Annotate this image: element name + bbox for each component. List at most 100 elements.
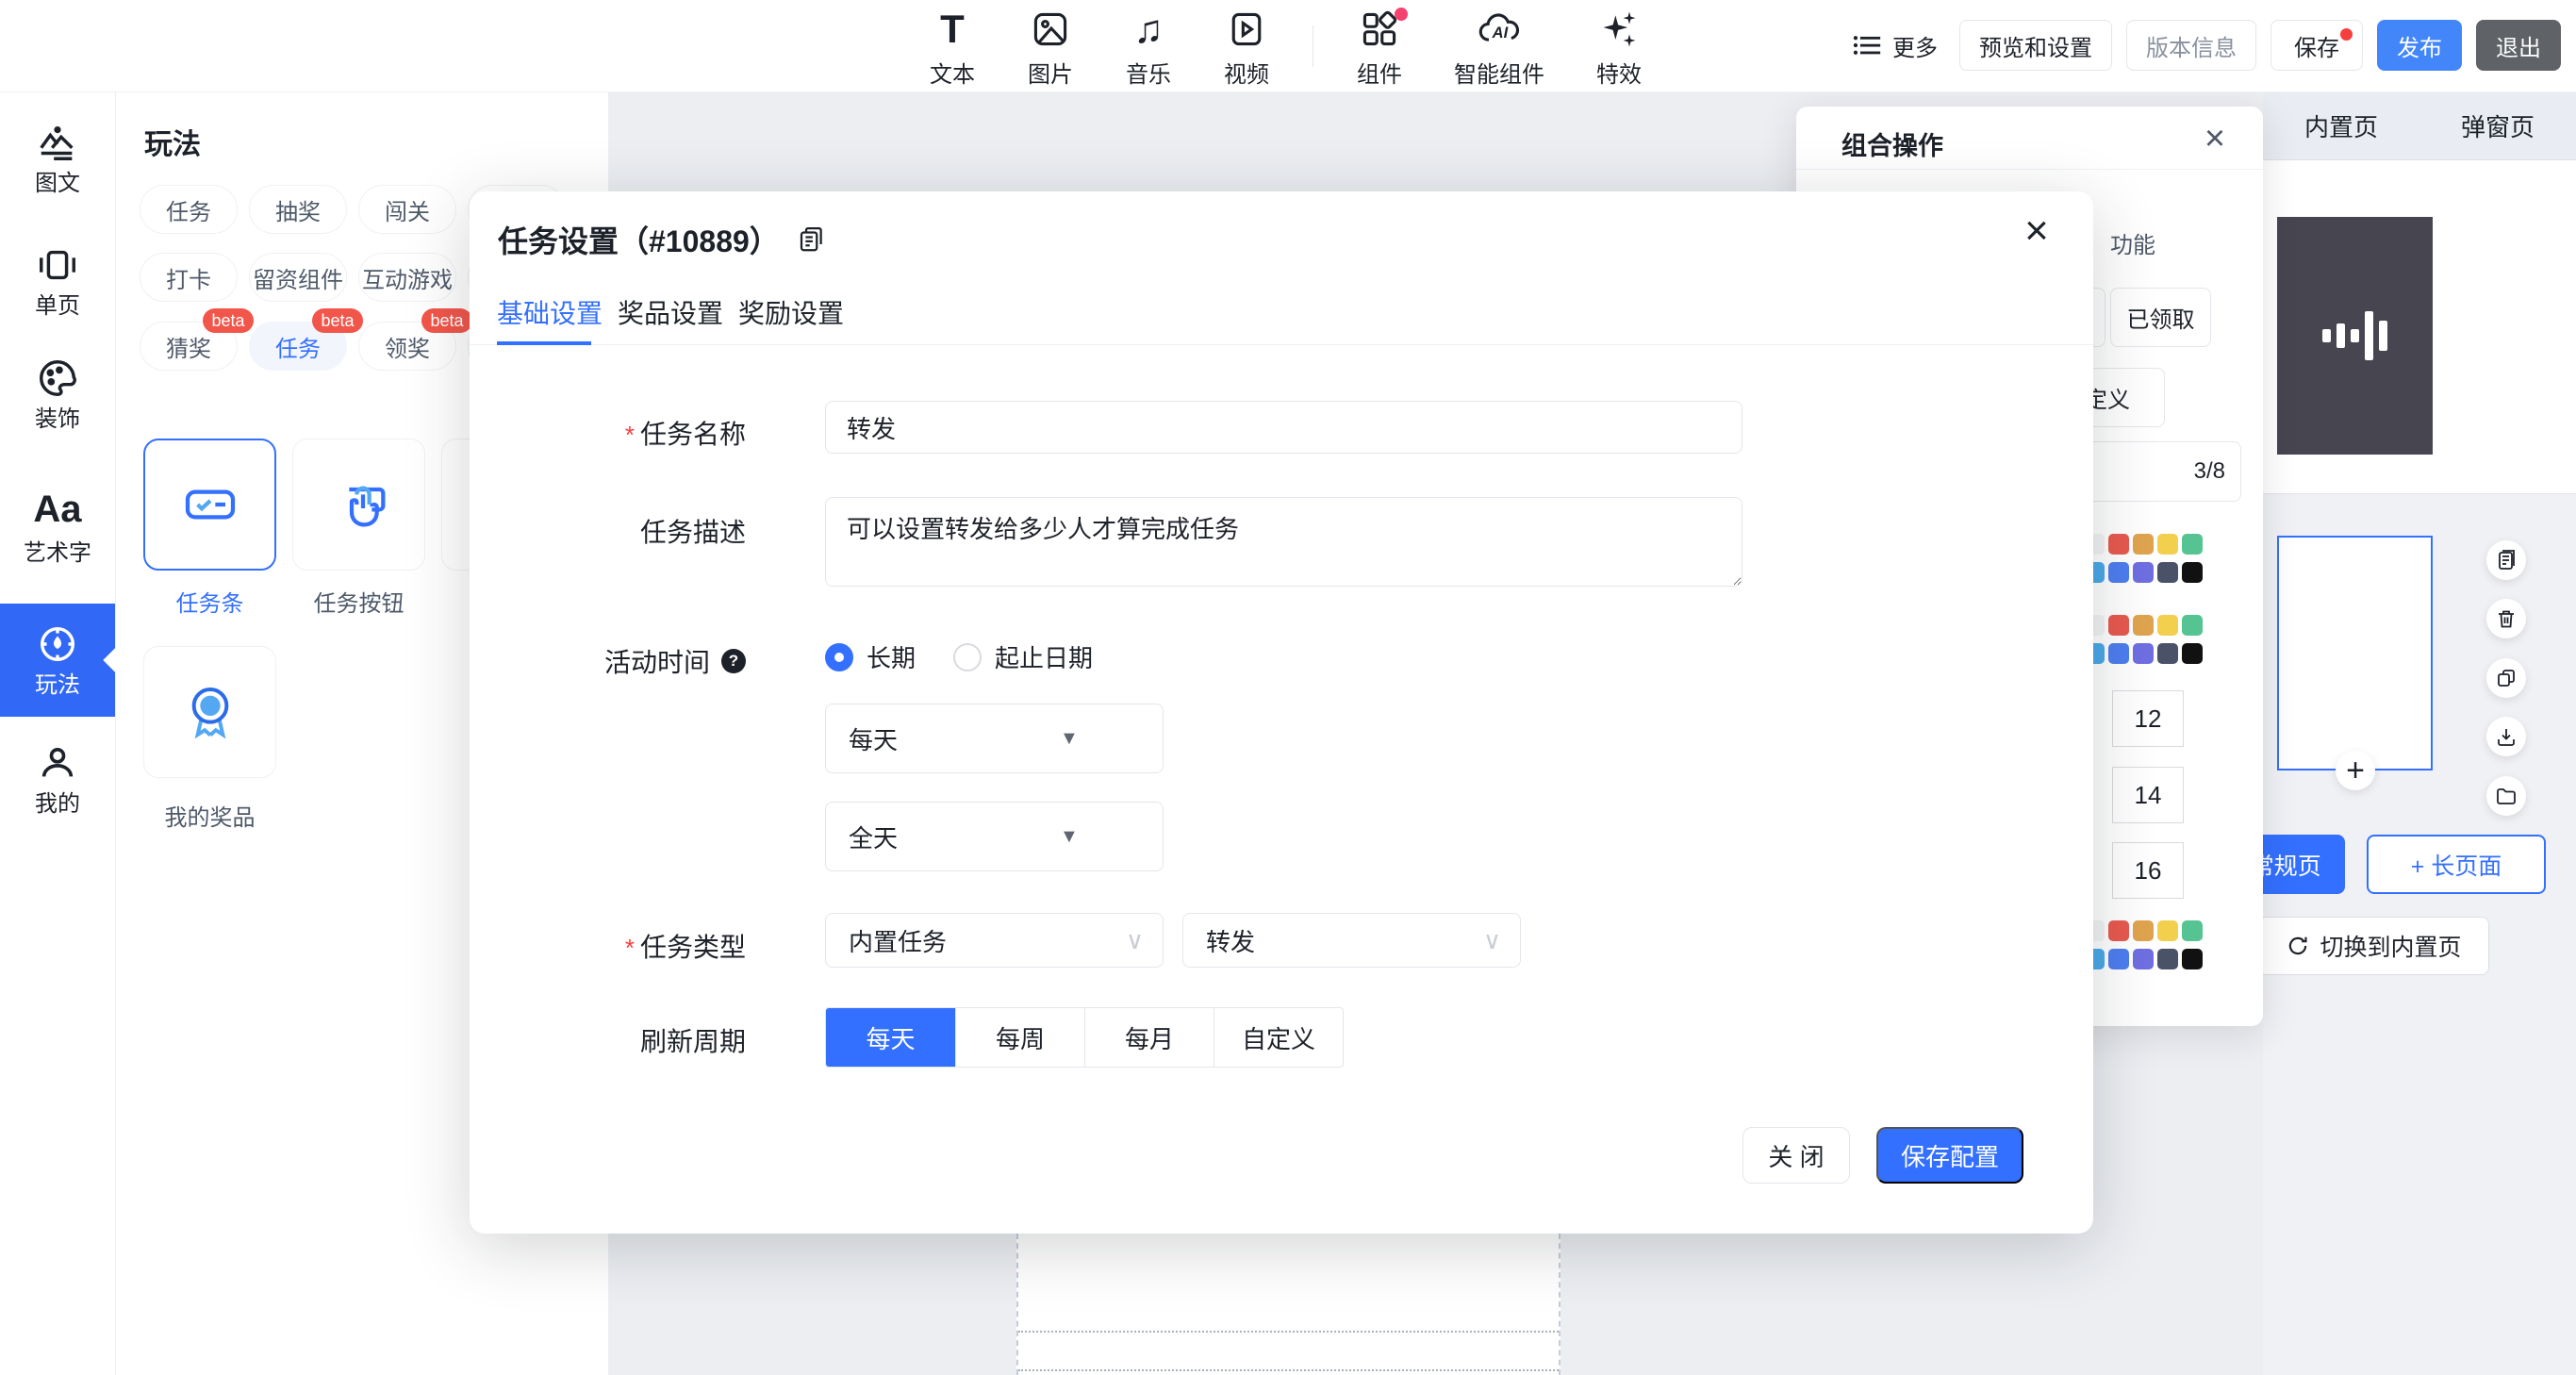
segment-monthly[interactable]: 每月: [1084, 1008, 1214, 1067]
page-thumbnail-selected[interactable]: [2277, 536, 2433, 770]
tool-music[interactable]: ♫ 音乐: [1099, 0, 1197, 92]
color-swatch[interactable]: [2108, 615, 2129, 636]
time-radio-date-range[interactable]: 起止日期: [953, 639, 1093, 674]
sidebar-item-art-text[interactable]: Aa 艺术字: [0, 489, 115, 567]
modal-close-icon[interactable]: ×: [2014, 208, 2059, 254]
group-panel-close-icon[interactable]: ×: [2192, 116, 2237, 161]
pages-tabbar: 内置页 弹窗页: [2263, 92, 2576, 160]
art-text-icon: Aa: [33, 489, 81, 534]
color-swatch[interactable]: [2108, 949, 2129, 969]
duplicate-page-icon[interactable]: [2486, 658, 2526, 698]
switch-to-builtin-button[interactable]: 切换到内置页: [2258, 917, 2489, 975]
received-button[interactable]: 已领取: [2110, 288, 2211, 347]
chip-lead-form[interactable]: 留资组件: [249, 253, 347, 302]
effects-icon: [1598, 5, 1640, 54]
color-swatch[interactable]: [2133, 615, 2154, 636]
dropdown-triangle-icon: ▼: [1060, 728, 1079, 750]
help-question-icon[interactable]: ?: [721, 649, 746, 673]
color-swatch[interactable]: [2182, 562, 2203, 583]
chip-levels[interactable]: 闯关: [358, 185, 456, 234]
color-swatch[interactable]: [2133, 562, 2154, 583]
version-info-button[interactable]: 版本信息: [2126, 20, 2256, 71]
add-long-page-button[interactable]: + 长页面: [2367, 835, 2546, 894]
color-swatch[interactable]: [2108, 562, 2129, 583]
color-swatch[interactable]: [2157, 949, 2178, 969]
font-size-14[interactable]: 14: [2112, 767, 2184, 823]
tab-reward-settings[interactable]: 奖励设置: [738, 293, 844, 331]
audio-wave-icon: [2322, 311, 2387, 360]
chip-interactive-game[interactable]: 互动游戏: [358, 253, 456, 302]
canvas-page[interactable]: [1016, 1234, 1560, 1375]
color-swatch[interactable]: [2182, 643, 2203, 664]
page-notes-icon[interactable]: [2486, 540, 2526, 580]
tab-basic-settings[interactable]: 基础设置: [497, 293, 603, 331]
color-swatch[interactable]: [2108, 643, 2129, 664]
card-task-button[interactable]: [292, 439, 425, 571]
play-panel-title: 玩法: [144, 121, 201, 162]
task-desc-textarea[interactable]: 可以设置转发给多少人才算完成任务: [825, 497, 1742, 587]
segment-weekly[interactable]: 每周: [955, 1008, 1084, 1067]
tool-image[interactable]: 图片: [1001, 0, 1099, 92]
page-thumbnail-dark[interactable]: [2277, 217, 2433, 455]
modal-close-button[interactable]: 关 闭: [1742, 1127, 1850, 1184]
tool-components[interactable]: 组件: [1330, 0, 1428, 92]
tool-video[interactable]: 视频: [1197, 0, 1296, 92]
time-day-select[interactable]: 每天 ▼: [825, 704, 1164, 773]
segment-custom[interactable]: 自定义: [1214, 1008, 1343, 1067]
more-menu[interactable]: 更多: [1851, 29, 1938, 62]
color-swatch[interactable]: [2182, 920, 2203, 941]
tab-popup-page[interactable]: 弹窗页: [2419, 92, 2576, 159]
color-swatch[interactable]: [2133, 534, 2154, 555]
sidebar-item-single-page[interactable]: 单页: [0, 243, 115, 320]
copy-id-icon[interactable]: [797, 225, 825, 254]
tab-prize-settings[interactable]: 奖品设置: [618, 293, 723, 331]
color-swatch[interactable]: [2157, 534, 2178, 555]
download-page-icon[interactable]: [2486, 717, 2526, 756]
segment-daily[interactable]: 每天: [826, 1008, 955, 1067]
color-swatch[interactable]: [2157, 920, 2178, 941]
add-page-button[interactable]: +: [2336, 751, 2375, 790]
save-button[interactable]: 保存: [2271, 20, 2363, 71]
sidebar-item-mine[interactable]: 我的: [0, 741, 115, 818]
tool-text[interactable]: T 文本: [903, 0, 1001, 92]
decoration-palette-icon: [36, 356, 79, 400]
image-text-icon: [36, 121, 79, 164]
modal-save-config-button[interactable]: 保存配置: [1876, 1127, 2023, 1184]
time-radio-long-term[interactable]: 长期: [825, 639, 916, 674]
time-allday-select[interactable]: 全天 ▼: [825, 802, 1164, 871]
task-type-sub-select[interactable]: 转发 ∨: [1182, 913, 1521, 968]
color-swatch[interactable]: [2182, 615, 2203, 636]
tool-effects[interactable]: 特效: [1570, 0, 1668, 92]
color-swatch[interactable]: [2133, 949, 2154, 969]
task-type-category-select[interactable]: 内置任务 ∨: [825, 913, 1164, 968]
sidebar-item-image-text[interactable]: 图文: [0, 121, 115, 197]
chip-task-1[interactable]: 任务: [140, 185, 238, 234]
sidebar-item-play[interactable]: 玩法: [0, 604, 115, 717]
chip-checkin[interactable]: 打卡: [140, 253, 238, 302]
color-swatch[interactable]: [2157, 615, 2178, 636]
color-swatch[interactable]: [2157, 643, 2178, 664]
color-swatch[interactable]: [2108, 920, 2129, 941]
color-swatch[interactable]: [2157, 562, 2178, 583]
preview-settings-button[interactable]: 预览和设置: [1959, 20, 2112, 71]
chip-lottery[interactable]: 抽奖: [249, 185, 347, 234]
tool-ai-components[interactable]: AI 智能组件: [1428, 0, 1570, 92]
card-task-bar-label: 任务条: [143, 585, 276, 618]
font-size-12[interactable]: 12: [2112, 690, 2184, 747]
color-swatch[interactable]: [2133, 920, 2154, 941]
refresh-cycle-label: 刷新周期: [576, 1021, 746, 1059]
task-name-input[interactable]: [825, 401, 1742, 454]
color-swatch[interactable]: [2182, 949, 2203, 969]
card-my-prizes[interactable]: [143, 646, 276, 778]
color-swatch[interactable]: [2133, 643, 2154, 664]
sidebar-item-decoration[interactable]: 装饰: [0, 356, 115, 433]
color-swatch[interactable]: [2108, 534, 2129, 555]
exit-button[interactable]: 退出: [2476, 20, 2561, 71]
font-size-16[interactable]: 16: [2112, 842, 2184, 899]
card-task-bar[interactable]: [143, 439, 276, 571]
folder-icon[interactable]: [2486, 776, 2526, 816]
delete-page-icon[interactable]: [2486, 599, 2526, 638]
color-swatch[interactable]: [2182, 534, 2203, 555]
tab-builtin-page[interactable]: 内置页: [2263, 92, 2419, 159]
publish-button[interactable]: 发布: [2377, 20, 2462, 71]
